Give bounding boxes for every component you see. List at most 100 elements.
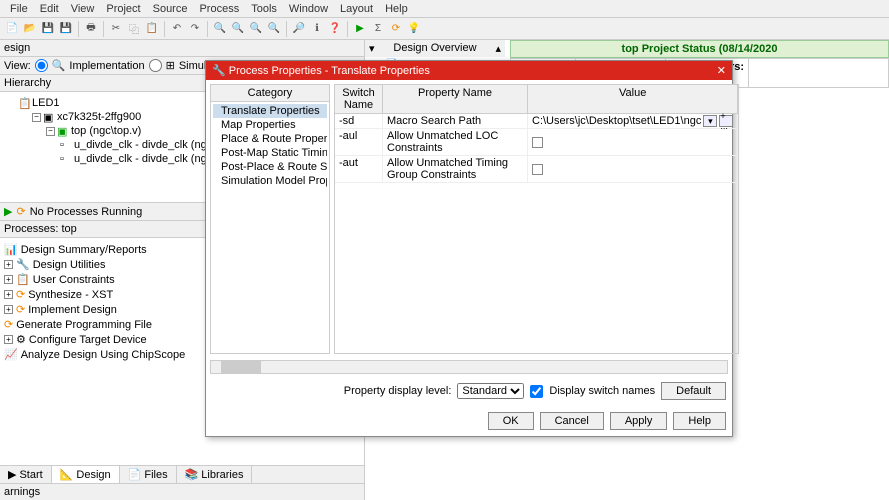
loc-checkbox[interactable] [532, 137, 543, 148]
macro-path-value[interactable]: C:\Users\jc\Desktop\tset\LED1\ngc [532, 115, 701, 127]
category-scrollbar[interactable] [210, 360, 728, 374]
undo-icon[interactable]: ↶ [169, 21, 185, 37]
open-icon[interactable]: 📂 [22, 21, 38, 37]
help-button[interactable]: Help [673, 412, 726, 430]
display-level-select[interactable]: Standard [457, 383, 524, 399]
prop-row-aul[interactable]: -aul Allow Unmatched LOC Constraints [335, 129, 738, 156]
menubar: File Edit View Project Source Process To… [0, 0, 889, 18]
switch-names-label: Display switch names [549, 385, 655, 397]
zoom-in-icon[interactable]: 🔍 [212, 21, 228, 37]
cancel-button[interactable]: Cancel [540, 412, 604, 430]
cat-translate[interactable]: Translate Properties [213, 104, 327, 118]
collapse-icon[interactable]: − [32, 113, 41, 122]
prop-row-aut[interactable]: -aut Allow Unmatched Timing Group Constr… [335, 156, 738, 183]
find-icon[interactable]: 🔎 [291, 21, 307, 37]
cut-icon[interactable]: ✂ [108, 21, 124, 37]
expand-icon[interactable]: + [4, 305, 13, 314]
save-icon[interactable]: 💾 [40, 21, 56, 37]
chip-icon: ▣ [43, 111, 55, 123]
menu-help[interactable]: Help [379, 3, 414, 15]
expand-icon[interactable]: + [4, 335, 13, 344]
design-panel-header: esign [0, 40, 364, 57]
tab-design[interactable]: 📐Design [52, 466, 120, 483]
switch-names-checkbox[interactable] [530, 385, 543, 398]
col-switch: Switch Name [335, 85, 383, 113]
collapse-icon[interactable]: ▾ [369, 42, 375, 55]
play-icon[interactable]: ▶ [4, 205, 12, 218]
idea-icon[interactable]: 💡 [406, 21, 422, 37]
zoom-area-icon[interactable]: 🔍 [266, 21, 282, 37]
prop-row-sd[interactable]: -sd Macro Search Path C:\Users\jc\Deskto… [335, 114, 738, 129]
display-level-label: Property display level: [344, 385, 452, 397]
menu-edit[interactable]: Edit [34, 3, 65, 15]
tool-icon: 🔧 [16, 258, 30, 271]
tab-libraries[interactable]: 📚Libraries [177, 466, 253, 483]
menu-source[interactable]: Source [147, 3, 194, 15]
collapse-icon[interactable]: − [46, 127, 55, 136]
module-icon: ▫ [60, 153, 72, 165]
bottom-tabs: ▶Start 📐Design 📄Files 📚Libraries [0, 465, 364, 483]
magnify-icon: 🔍 [52, 59, 66, 72]
cat-postmap[interactable]: Post-Map Static Timing Report P [213, 146, 327, 160]
cat-sim[interactable]: Simulation Model Properties [213, 174, 327, 188]
cat-postpar[interactable]: Post-Place & Route Static Timing [213, 160, 327, 174]
zoom-fit-icon[interactable]: 🔍 [248, 21, 264, 37]
cat-par[interactable]: Place & Route Properties [213, 132, 327, 146]
rerun-icon[interactable]: ⟳ [388, 21, 404, 37]
category-panel: Category Translate Properties Map Proper… [210, 84, 330, 354]
simulation-radio[interactable] [149, 59, 162, 72]
property-table: Switch Name Property Name Value -sd Macr… [334, 84, 739, 354]
dialog-titlebar: 🔧 Process Properties - Translate Propert… [206, 61, 732, 80]
project-status-title: top Project Status (08/14/2020 [510, 40, 889, 58]
process-icon: ⟳ [16, 288, 25, 301]
menu-process[interactable]: Process [193, 3, 245, 15]
default-button[interactable]: Default [661, 382, 726, 400]
menu-file[interactable]: File [4, 3, 34, 15]
design-label: esign [4, 42, 30, 54]
sum-icon[interactable]: Σ [370, 21, 386, 37]
redo-icon[interactable]: ↷ [187, 21, 203, 37]
menu-project[interactable]: Project [100, 3, 146, 15]
browse-button[interactable]: ▾ [703, 115, 717, 127]
menu-view[interactable]: View [65, 3, 101, 15]
run-icon[interactable]: ▶ [352, 21, 368, 37]
cat-map[interactable]: Map Properties [213, 118, 327, 132]
help-icon[interactable]: ℹ [309, 21, 325, 37]
expand-icon[interactable]: + [4, 290, 13, 299]
save-all-icon[interactable]: 💾 [58, 21, 74, 37]
menu-tools[interactable]: Tools [245, 3, 283, 15]
copy-icon[interactable]: ⿻ [126, 21, 142, 37]
process-icon: ⟳ [4, 318, 13, 331]
scope-icon: 📈 [4, 348, 18, 361]
close-icon[interactable]: ✕ [717, 64, 726, 77]
implementation-radio[interactable] [35, 59, 48, 72]
add-button[interactable]: + ... [719, 115, 733, 127]
view-label: View: [4, 60, 31, 72]
toolbar: 📄 📂 💾 💾 🖶 ✂ ⿻ 📋 ↶ ↷ 🔍 🔍 🔍 🔍 🔎 ℹ ❓ ▶ Σ ⟳ … [0, 18, 889, 40]
report-icon: 📊 [4, 243, 18, 256]
dialog-title: Process Properties - Translate Propertie… [229, 65, 430, 77]
tab-start[interactable]: ▶Start [0, 466, 52, 483]
col-value: Value [528, 85, 738, 113]
menu-layout[interactable]: Layout [334, 3, 379, 15]
menu-window[interactable]: Window [283, 3, 334, 15]
project-icon: 📋 [18, 97, 30, 109]
tab-files[interactable]: 📄Files [120, 466, 177, 483]
zoom-out-icon[interactable]: 🔍 [230, 21, 246, 37]
col-property: Property Name [383, 85, 528, 113]
sim-icon: ⊞ [166, 59, 175, 72]
paste-icon[interactable]: 📋 [144, 21, 160, 37]
constraint-icon: 📋 [16, 273, 30, 286]
expand-icon[interactable]: + [4, 275, 13, 284]
timing-checkbox[interactable] [532, 164, 543, 175]
category-header: Category [211, 85, 329, 102]
whats-this-icon[interactable]: ❓ [327, 21, 343, 37]
expand-icon[interactable]: + [4, 260, 13, 269]
apply-button[interactable]: Apply [610, 412, 668, 430]
module-icon: ▫ [60, 139, 72, 151]
process-properties-dialog: 🔧 Process Properties - Translate Propert… [205, 60, 733, 437]
ok-button[interactable]: OK [488, 412, 534, 430]
print-icon[interactable]: 🖶 [83, 21, 99, 37]
new-icon[interactable]: 📄 [4, 21, 20, 37]
scroll-up-icon[interactable]: ▴ [495, 42, 501, 55]
